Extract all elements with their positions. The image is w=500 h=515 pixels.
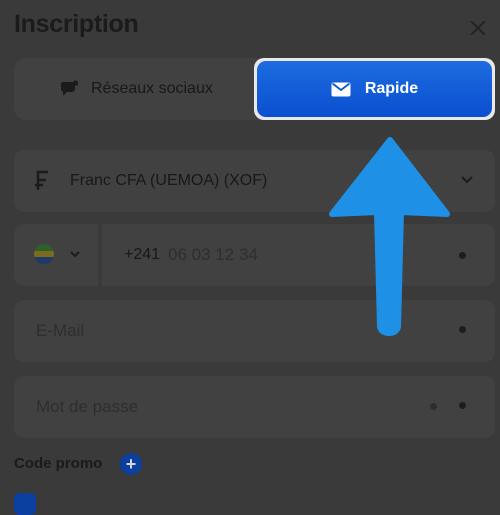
chevron-down-icon	[70, 251, 80, 258]
phone-input[interactable]: +241 06 03 12 34	[102, 224, 495, 286]
password-field[interactable]: Mot de passe	[14, 376, 495, 438]
eye-icon[interactable]	[430, 403, 437, 410]
tab-rapide[interactable]: Rapide	[254, 58, 495, 120]
add-promo-icon[interactable]: +	[120, 453, 142, 475]
email-placeholder: E-Mail	[36, 321, 85, 340]
chevron-down-icon	[461, 176, 473, 184]
tab-social-label: Réseaux sociaux	[91, 80, 213, 97]
envelope-icon	[331, 82, 351, 96]
close-icon[interactable]	[466, 16, 490, 40]
phone-placeholder: 06 03 12 34	[168, 245, 258, 264]
currency-select[interactable]: Franc CFA (UEMOA) (XOF)	[14, 150, 495, 212]
password-placeholder: Mot de passe	[36, 397, 139, 416]
registration-tabs: Réseaux sociaux Rapide	[14, 58, 495, 120]
country-code-select[interactable]	[14, 224, 98, 286]
promo-code-label: Code promo	[14, 455, 103, 472]
email-field[interactable]: E-Mail	[14, 300, 495, 362]
required-dot	[459, 402, 466, 409]
gabon-flag-icon	[34, 244, 54, 264]
tab-rapide-label: Rapide	[364, 80, 419, 97]
terms-checkbox[interactable]	[14, 493, 36, 515]
chat-bubble-icon	[60, 80, 79, 96]
page-title: Inscription	[14, 10, 139, 38]
required-dot	[459, 326, 466, 333]
currency-value: Franc CFA (UEMOA) (XOF)	[70, 172, 268, 189]
tab-social-networks[interactable]: Réseaux sociaux	[24, 62, 254, 116]
required-dot	[459, 252, 466, 259]
phone-country-code: +241	[124, 246, 161, 263]
tab-rapide-button[interactable]: Rapide	[257, 61, 492, 117]
phone-field: +241 06 03 12 34	[14, 224, 495, 286]
franc-icon	[35, 170, 48, 190]
